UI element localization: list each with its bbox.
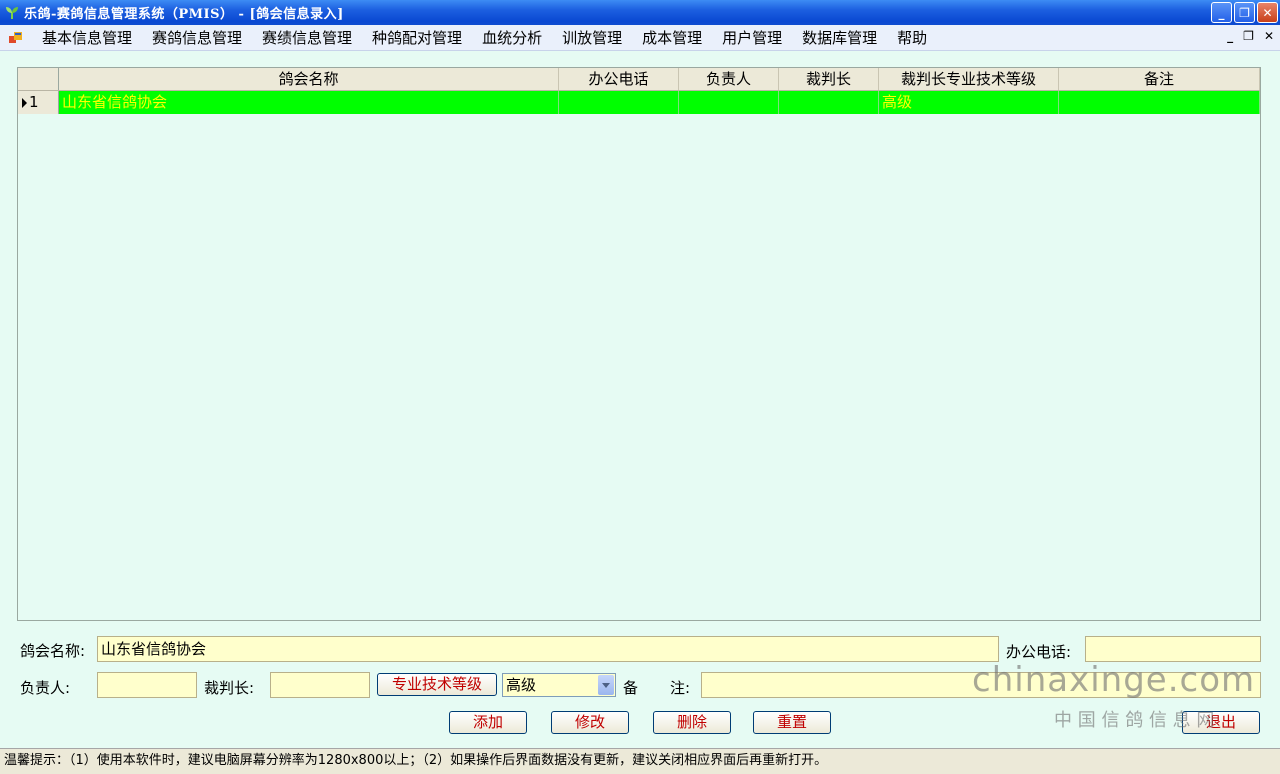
menu-users[interactable]: 用户管理 xyxy=(712,25,792,51)
mdi-close-icon[interactable]: ✕ xyxy=(1264,29,1274,43)
current-row-arrow-icon xyxy=(22,97,27,108)
window-title: 乐鸽-赛鸽信息管理系统（PMIS） - [鸽会信息录入] xyxy=(24,7,344,22)
cell-leader[interactable] xyxy=(679,91,779,114)
status-bar: 温馨提示：（1）使用本软件时，建议电脑屏幕分辨率为1280x800以上；（2）如… xyxy=(0,748,1280,774)
phone-input[interactable] xyxy=(1085,636,1261,662)
column-header-note[interactable]: 备注 xyxy=(1059,68,1260,90)
app-icon xyxy=(6,6,18,19)
column-header-club-name[interactable]: 鸽会名称 xyxy=(59,68,559,90)
menu-race-results[interactable]: 赛绩信息管理 xyxy=(252,25,362,51)
menu-basic-info[interactable]: 基本信息管理 xyxy=(32,25,142,51)
phone-label: 办公电话: xyxy=(1006,643,1072,661)
watermark-domain: chinaxinge.com xyxy=(972,660,1256,700)
menu-cost[interactable]: 成本管理 xyxy=(632,25,712,51)
club-name-label: 鸽会名称: xyxy=(20,642,86,660)
mdi-minimize-icon[interactable]: _ xyxy=(1227,29,1233,43)
add-button[interactable]: 添加 xyxy=(449,711,527,734)
note-label-char-2: 注: xyxy=(670,679,691,697)
watermark-site-name: 中 国 信 鸽 信 息 网 xyxy=(1054,710,1215,731)
reset-button[interactable]: 重置 xyxy=(753,711,831,734)
leader-label: 负责人: xyxy=(20,679,71,697)
club-name-input[interactable]: 山东省信鸽协会 xyxy=(97,636,999,662)
menu-racing-pigeon[interactable]: 赛鸽信息管理 xyxy=(142,25,252,51)
delete-button[interactable]: 删除 xyxy=(653,711,731,734)
column-header-judge-level[interactable]: 裁判长专业技术等级 xyxy=(879,68,1059,90)
restore-button[interactable]: ❐ xyxy=(1234,2,1255,23)
menu-breeding-pairs[interactable]: 种鸽配对管理 xyxy=(362,25,472,51)
table-row[interactable]: 1 山东省信鸽协会 高级 xyxy=(18,91,1260,114)
row-indicator[interactable]: 1 xyxy=(18,91,59,114)
judge-label: 裁判长: xyxy=(204,679,255,697)
leader-input[interactable] xyxy=(97,672,197,698)
row-indicator-header xyxy=(18,68,59,90)
grid-header: 鸽会名称 办公电话 负责人 裁判长 裁判长专业技术等级 备注 xyxy=(18,68,1260,91)
cell-judge-level[interactable]: 高级 xyxy=(879,91,1059,114)
technical-level-select[interactable]: 高级 xyxy=(502,673,616,697)
menu-pedigree-analysis[interactable]: 血统分析 xyxy=(472,25,552,51)
mdi-restore-icon[interactable]: ❐ xyxy=(1243,29,1254,43)
close-button[interactable]: ✕ xyxy=(1257,2,1278,23)
column-header-phone[interactable]: 办公电话 xyxy=(559,68,679,90)
cell-phone[interactable] xyxy=(559,91,679,114)
dropdown-arrow-icon[interactable] xyxy=(598,675,614,695)
technical-level-button[interactable]: 专业技术等级 xyxy=(377,673,497,696)
cell-club-name[interactable]: 山东省信鸽协会 xyxy=(59,91,559,114)
modify-button[interactable]: 修改 xyxy=(551,711,629,734)
menu-database[interactable]: 数据库管理 xyxy=(792,25,887,51)
technical-level-value: 高级 xyxy=(506,676,537,694)
cell-note[interactable] xyxy=(1059,91,1260,114)
mdi-document-icon[interactable] xyxy=(8,30,24,46)
column-header-leader[interactable]: 负责人 xyxy=(679,68,779,90)
row-number: 1 xyxy=(29,93,39,111)
note-label-char-1: 备 xyxy=(623,679,639,697)
menu-bar: 基本信息管理 赛鸽信息管理 赛绩信息管理 种鸽配对管理 血统分析 训放管理 成本… xyxy=(0,25,1280,51)
column-header-judge[interactable]: 裁判长 xyxy=(779,68,879,90)
club-data-grid[interactable]: 鸽会名称 办公电话 负责人 裁判长 裁判长专业技术等级 备注 1 山东省信鸽协会… xyxy=(17,67,1261,621)
menu-training[interactable]: 训放管理 xyxy=(552,25,632,51)
minimize-button[interactable]: _ xyxy=(1211,2,1232,23)
title-bar[interactable]: 乐鸽-赛鸽信息管理系统（PMIS） - [鸽会信息录入] _ ❐ ✕ xyxy=(0,0,1280,25)
cell-judge[interactable] xyxy=(779,91,879,114)
judge-input[interactable] xyxy=(270,672,370,698)
menu-help[interactable]: 帮助 xyxy=(887,25,937,51)
